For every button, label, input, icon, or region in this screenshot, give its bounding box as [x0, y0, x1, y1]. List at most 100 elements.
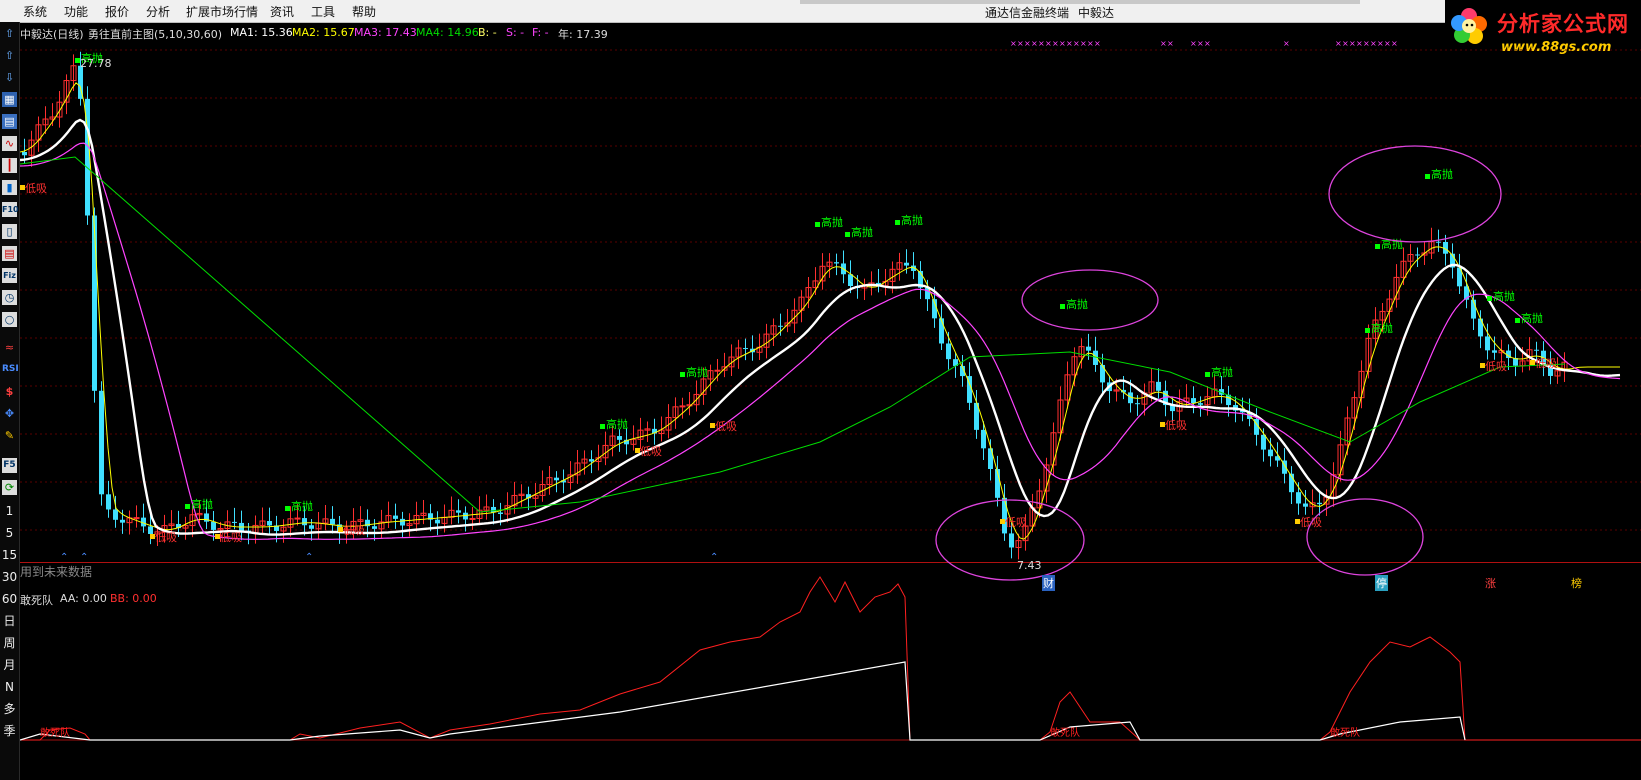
- candle-body: [1100, 364, 1105, 383]
- low-buy-label: 低吸: [1165, 419, 1187, 432]
- period-5min[interactable]: 5: [0, 525, 19, 541]
- badge-zhang[interactable]: 涨: [1484, 575, 1497, 591]
- low-buy-label: 低吸: [343, 524, 365, 537]
- period-week[interactable]: 周: [0, 635, 19, 651]
- signal-x-mark: ×: [1073, 39, 1080, 48]
- f10-icon[interactable]: F10: [2, 202, 19, 217]
- candle-body: [267, 521, 272, 526]
- high-sell-marker: [1205, 372, 1210, 377]
- low-buy-label: 低吸: [220, 531, 242, 544]
- down-arrow-icon[interactable]: ⇩: [2, 70, 17, 85]
- period-30min[interactable]: 30: [0, 569, 19, 585]
- signal-x-mark: ×: [1370, 39, 1377, 48]
- high-sell-label: 高抛: [901, 213, 923, 227]
- rsi-icon[interactable]: RSI: [2, 362, 19, 377]
- candle-body: [1485, 336, 1490, 351]
- period-month[interactable]: 月: [0, 657, 19, 673]
- list-icon[interactable]: ▤: [2, 246, 17, 261]
- future-data-note: 用到未来数据: [20, 565, 93, 579]
- high-sell-label: 高抛: [1521, 311, 1543, 325]
- signal-x-mark: ×: [1167, 39, 1174, 48]
- highlight-ellipse: [1021, 269, 1159, 331]
- up-arrow-icon: ⌃: [305, 552, 313, 563]
- dollar-icon[interactable]: $: [2, 384, 17, 399]
- candle-body: [302, 518, 307, 526]
- signal-x-mark: ×: [1038, 39, 1045, 48]
- fiz-icon[interactable]: Fiz: [2, 268, 17, 283]
- refresh-icon[interactable]: ⟳: [2, 480, 17, 495]
- signal-x-mark: ×: [1160, 39, 1167, 48]
- candle-body: [981, 429, 986, 449]
- menu-item-system[interactable]: 系统: [23, 3, 47, 20]
- high-sell-marker: [1515, 318, 1520, 323]
- candle-body: [400, 518, 405, 526]
- high-sell-label: 高抛: [1371, 321, 1393, 335]
- low-price-label: 7.43: [1017, 559, 1042, 572]
- menu-item-quote[interactable]: 报价: [105, 3, 129, 20]
- candle-body: [148, 526, 153, 534]
- menu-item-tools[interactable]: 工具: [311, 3, 335, 20]
- period-day[interactable]: 日: [0, 613, 19, 629]
- wave-icon[interactable]: ≈: [2, 340, 17, 355]
- candle-body: [554, 477, 559, 481]
- up-arrow-icon[interactable]: ⇧: [2, 26, 17, 41]
- doc-icon[interactable]: ▯: [2, 224, 17, 239]
- line-chart-icon[interactable]: ∿: [2, 136, 17, 151]
- window-title: 通达信金融终端: [985, 6, 1070, 20]
- signal-x-mark: ×: [1052, 39, 1059, 48]
- candle-body: [1317, 502, 1322, 505]
- period-n[interactable]: N: [0, 679, 19, 695]
- high-sell-label: 高抛: [686, 365, 708, 379]
- menu-item-help[interactable]: 帮助: [352, 3, 376, 20]
- low-buy-label: 低吸: [1535, 357, 1557, 370]
- menu-item-extended-market[interactable]: 扩展市场行情: [186, 3, 258, 20]
- candle-body: [679, 405, 686, 408]
- circle-icon[interactable]: ○: [2, 312, 17, 327]
- high-sell-label: 高抛: [1211, 365, 1233, 379]
- period-15min[interactable]: 15: [0, 547, 19, 563]
- kline-icon[interactable]: ┃: [2, 158, 17, 173]
- pencil-icon[interactable]: ✎: [2, 428, 17, 443]
- badge-bang[interactable]: 榜: [1570, 575, 1583, 591]
- candle-body: [589, 459, 594, 462]
- period-quarter[interactable]: 季: [0, 723, 19, 739]
- signal-x-mark: ×: [1066, 39, 1073, 48]
- up-arrow-icon[interactable]: ⇧: [2, 48, 17, 63]
- candle-body: [113, 509, 118, 520]
- ma3-line: [20, 142, 1621, 540]
- period-multi[interactable]: 多: [0, 701, 19, 717]
- period-60min[interactable]: 60: [0, 591, 19, 607]
- chart-icon[interactable]: ▦: [2, 92, 17, 107]
- time-icon[interactable]: ◷: [2, 290, 17, 305]
- candle-body: [1009, 533, 1014, 548]
- move-icon[interactable]: ✥: [2, 406, 17, 421]
- badge-ting[interactable]: 停: [1375, 575, 1388, 591]
- period-1min[interactable]: 1: [0, 503, 19, 519]
- candle-body: [743, 348, 748, 350]
- candle-body: [1198, 403, 1203, 405]
- candle-body: [92, 215, 97, 391]
- candle-body: [1303, 503, 1308, 507]
- signal-x-mark: ×: [1335, 39, 1342, 48]
- high-sell-marker: [1365, 328, 1370, 333]
- candle-body: [393, 515, 398, 519]
- up-arrow-icon: ⌃: [710, 552, 718, 563]
- bar-icon[interactable]: ▮: [2, 180, 17, 195]
- high-sell-label: 高抛: [851, 225, 873, 239]
- sub-indicator-label: 敢死队: [40, 726, 70, 739]
- candle-body: [1261, 434, 1266, 450]
- kline-chart[interactable]: 高抛高抛 高抛高抛高抛高抛高抛高抛高抛高抛高抛高抛高抛高抛高抛低吸低吸 低吸低吸低吸…: [20, 22, 1641, 780]
- candle-body: [372, 526, 377, 529]
- up-arrow-icon: ⌃: [80, 552, 88, 563]
- menu-item-news[interactable]: 资讯: [270, 3, 294, 20]
- sub-indicator-label: 敢死队: [1050, 726, 1080, 739]
- grid-icon[interactable]: ▤: [2, 114, 17, 129]
- menu-item-function[interactable]: 功能: [64, 3, 88, 20]
- high-sell-marker: [1425, 174, 1430, 179]
- candle-body: [778, 325, 783, 327]
- badge-cai[interactable]: 财: [1042, 575, 1055, 591]
- high-sell-marker: [845, 232, 850, 237]
- f5-icon[interactable]: F5: [2, 458, 17, 473]
- candle-body: [469, 517, 476, 520]
- menu-item-analysis[interactable]: 分析: [146, 3, 170, 20]
